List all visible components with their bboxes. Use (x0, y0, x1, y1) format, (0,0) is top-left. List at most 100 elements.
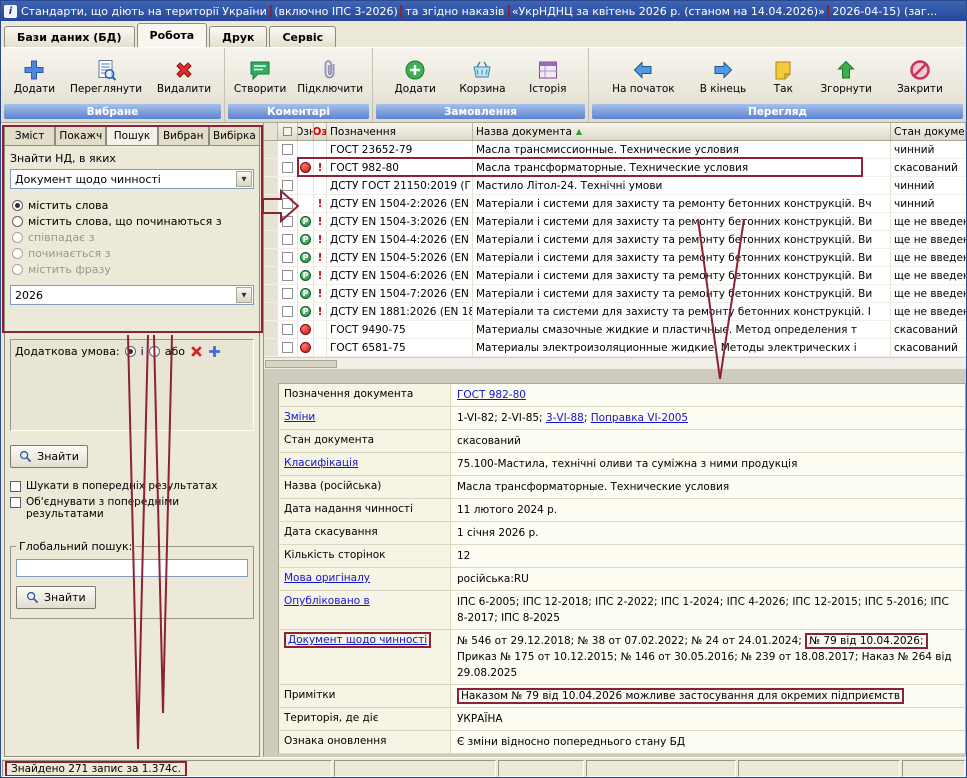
header-status[interactable]: Озн (298, 123, 314, 140)
table-row[interactable]: P!ДСТУ EN 1504-5:2026 (ENМатеріали і сис… (264, 249, 966, 267)
toolbar-button[interactable]: Згорнути (816, 55, 875, 98)
table-row[interactable]: !ДСТУ EN 1504-2:2026 (ENМатеріали і сист… (264, 195, 966, 213)
row-select-cell[interactable] (278, 195, 298, 212)
match-option[interactable]: містить слова, що починаються з (12, 213, 254, 229)
merge-with-previous-checkbox[interactable]: Об'єднувати з попередніми результатами (10, 496, 254, 520)
toolbar-button-label: Згорнути (820, 83, 871, 95)
and-radio[interactable] (125, 346, 136, 357)
main-tab[interactable]: Друк (209, 26, 267, 47)
global-find-button[interactable]: Знайти (16, 586, 96, 609)
main-tab[interactable]: Робота (137, 23, 208, 47)
field-select[interactable]: Документ щодо чинності ▼ (10, 169, 254, 189)
header-select[interactable] (278, 123, 298, 140)
match-option-label: містить фразу (28, 263, 111, 276)
main-tab[interactable]: Сервіс (269, 26, 336, 47)
detail-value-link[interactable]: 3-VІ-88 (546, 412, 584, 424)
table-row[interactable]: P!ДСТУ EN 1504-6:2026 (ENМатеріали і сис… (264, 267, 966, 285)
row-status-cell: P (298, 213, 314, 230)
table-row[interactable]: P!ДСТУ EN 1504-3:2026 (ENМатеріали і сис… (264, 213, 966, 231)
table-row[interactable]: ГОСТ 9490-75Материалы смазочные жидкие и… (264, 321, 966, 339)
sidebar-tab[interactable]: Вибірка (209, 125, 260, 145)
find-button[interactable]: Знайти (10, 445, 88, 468)
remove-condition-icon[interactable] (190, 345, 203, 358)
row-state: ще не введен (891, 249, 966, 266)
global-search-input[interactable] (16, 559, 248, 577)
row-select-cell[interactable] (278, 159, 298, 176)
toolbar-group: На початокВ кінецьТакЗгорнутиЗакритиПере… (589, 48, 966, 122)
horizontal-scrollbar[interactable] (264, 357, 966, 369)
search-in-previous-checkbox[interactable]: Шукати в попередніх результатах (10, 480, 254, 492)
chevron-down-icon[interactable]: ▼ (236, 171, 252, 187)
row-indicator (264, 195, 278, 212)
sidebar-tab[interactable]: Вибран (158, 125, 209, 145)
or-radio[interactable] (149, 346, 160, 357)
row-status-cell: P (298, 285, 314, 302)
window-title: Стандарти, що діють на території України… (21, 5, 937, 18)
annotation-box-title-1: (включно ІПС 3-2026) (270, 5, 402, 18)
detail-value-link[interactable]: ГОСТ 982-80 (457, 389, 526, 401)
main-tab[interactable]: Бази даних (БД) (4, 26, 135, 47)
table-row[interactable]: ГОСТ 6581-75Материалы электроизоляционны… (264, 339, 966, 357)
detail-label[interactable]: Мова оригіналу (284, 572, 370, 584)
match-option[interactable]: містить фразу (12, 261, 254, 277)
match-option[interactable]: містить слова (12, 197, 254, 213)
match-option-label: містить слова (28, 199, 108, 212)
toolbar-button[interactable]: Додати (10, 55, 59, 98)
row-select-cell[interactable] (278, 321, 298, 338)
detail-label[interactable]: Документ щодо чинності (284, 632, 431, 648)
table-row[interactable]: ГОСТ 23652-79Масла трансмиссионные. Техн… (264, 141, 966, 159)
row-change-mark (314, 339, 327, 356)
row-select-cell[interactable] (278, 339, 298, 356)
table-row[interactable]: P!ДСТУ EN 1504-4:2026 (ENМатеріали і сис… (264, 231, 966, 249)
toolbar-button[interactable]: Так (767, 55, 799, 98)
table-row[interactable]: ДСТУ ГОСТ 21150:2019 (ГМастило Літол-24.… (264, 177, 966, 195)
row-select-cell[interactable] (278, 267, 298, 284)
header-designation[interactable]: Позначення (327, 123, 473, 140)
chevron-down-icon[interactable]: ▼ (236, 287, 252, 303)
toolbar-button[interactable]: Історія (525, 55, 570, 98)
toolbar-button[interactable]: Видалити (153, 55, 215, 98)
match-option[interactable]: співпадає з (12, 229, 254, 245)
toolbar-button[interactable]: Корзина (455, 55, 509, 98)
toolbar-button[interactable]: На початок (608, 55, 678, 98)
row-select-cell[interactable] (278, 141, 298, 158)
add-condition-icon[interactable] (208, 345, 221, 358)
global-search-label: Глобальний пошук: (16, 540, 135, 553)
scrollbar-thumb[interactable] (265, 360, 337, 368)
row-doc-name: Матеріали і системи для захисту та ремон… (473, 195, 891, 212)
annotation-box-title-2: «УкрНДНЦ за квітень 2026 р. (станом на 1… (508, 5, 829, 18)
header-doc-name[interactable]: Назва документа▲ (473, 123, 891, 140)
row-select-cell[interactable] (278, 231, 298, 248)
detail-label[interactable]: Класифікація (284, 457, 358, 469)
toolbar-group: ДодатиПереглянутиВидалитиВибране (1, 48, 225, 122)
sidebar-tab[interactable]: Пошук (106, 125, 157, 145)
toolbar-button[interactable]: Підключити (293, 55, 367, 98)
detail-value-link[interactable]: Поправка VІ-2005 (591, 412, 688, 424)
table-row[interactable]: P!ДСТУ EN 1881:2026 (EN 18Матеріали та с… (264, 303, 966, 321)
sidebar-tab[interactable]: Зміст (4, 125, 55, 145)
match-option[interactable]: починається з (12, 245, 254, 261)
detail-label[interactable]: Опубліковано в (284, 595, 370, 607)
header-mark[interactable]: Оз (314, 123, 327, 140)
toolbar-button[interactable]: Створити (230, 55, 291, 98)
row-indicator (264, 249, 278, 266)
toolbar-button[interactable]: Переглянути (66, 55, 146, 98)
row-select-cell[interactable] (278, 249, 298, 266)
row-select-cell[interactable] (278, 303, 298, 320)
statusbar: Знайдено 271 запис за 1.374с. (1, 757, 966, 778)
row-select-cell[interactable] (278, 285, 298, 302)
header-state[interactable]: Стан докумен (891, 123, 966, 140)
table-row[interactable]: P!ДСТУ EN 1504-7:2026 (ENМатеріали і сис… (264, 285, 966, 303)
toolbar-button[interactable]: Закрити (893, 55, 947, 98)
row-select-cell[interactable] (278, 213, 298, 230)
row-select-cell[interactable] (278, 177, 298, 194)
detail-label[interactable]: Зміни (284, 411, 315, 423)
checkbox-icon (282, 270, 293, 281)
arrow-right-icon (711, 58, 735, 82)
toolbar-button[interactable]: В кінець (696, 55, 750, 98)
panel-splitter[interactable] (264, 369, 966, 383)
value-select[interactable]: 2026 ▼ (10, 285, 254, 305)
sidebar-tab[interactable]: Покажч (55, 125, 106, 145)
toolbar-button[interactable]: Додати (391, 55, 440, 98)
table-row[interactable]: !ГОСТ 982-80Масла трансформаторные. Техн… (264, 159, 966, 177)
